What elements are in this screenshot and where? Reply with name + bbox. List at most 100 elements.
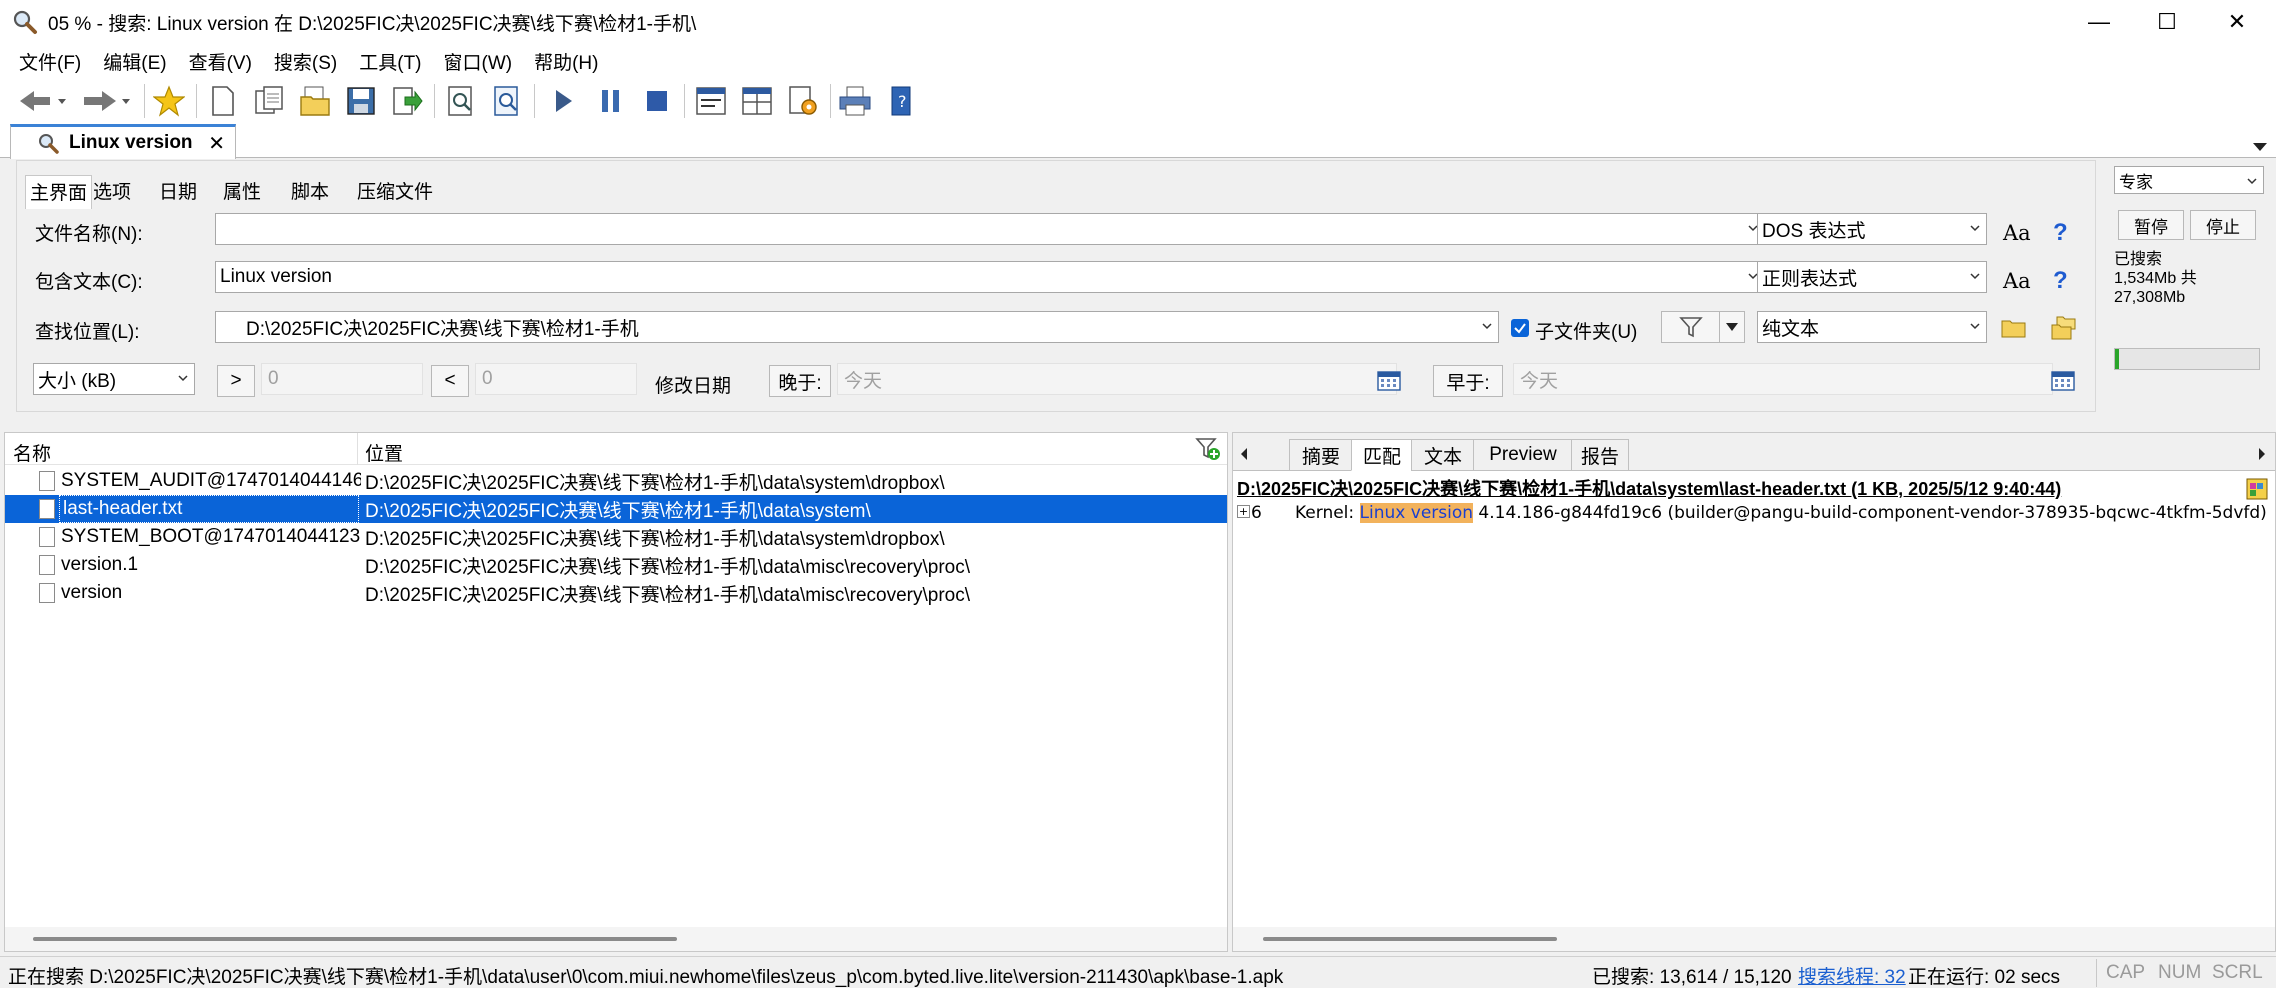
tab-main[interactable]: 主界面 xyxy=(25,175,93,209)
svg-text:?: ? xyxy=(898,92,907,111)
mode-select[interactable]: 专家 xyxy=(2114,166,2264,194)
new-search-icon[interactable] xyxy=(204,82,242,120)
minimize-button[interactable]: — xyxy=(2066,0,2132,44)
search-criteria-panel: 主界面 选项 日期 属性 脚本 压缩文件 文件名称(N): DOS 表达式 Aa… xyxy=(16,160,2096,412)
chevron-down-icon xyxy=(1970,273,1980,280)
forward-button[interactable] xyxy=(78,82,134,120)
tab-date[interactable]: 日期 xyxy=(159,177,197,204)
title-bar: 05 % - 搜索: Linux version 在 D:\2025FIC决\2… xyxy=(0,0,2276,44)
calendar-icon[interactable] xyxy=(2051,369,2075,397)
subfolder-label: 子文件夹(U) xyxy=(1535,322,1638,343)
column-header-location[interactable]: 位置 xyxy=(365,439,403,466)
status-threads-link[interactable]: 搜索线程: 32 xyxy=(1798,962,1906,988)
menu-search[interactable]: 搜索(S) xyxy=(263,48,348,75)
doc-tab-close-icon[interactable]: ✕ xyxy=(208,131,225,156)
save-icon[interactable] xyxy=(342,82,380,120)
browse-folder-icon[interactable] xyxy=(2001,317,2027,345)
table-row[interactable]: SYSTEM_BOOT@1747014044123.txt D:\2025FIC… xyxy=(5,523,1227,551)
location-input[interactable]: D:\2025FIC决\2025FIC决赛\线下赛\检材1-手机 xyxy=(215,311,1499,343)
wrap-results-icon[interactable] xyxy=(692,82,730,120)
maximize-button[interactable]: ☐ xyxy=(2134,0,2200,44)
encoding-select[interactable]: 纯文本 xyxy=(1757,311,1987,343)
file-name-mode-select[interactable]: DOS 表达式 xyxy=(1757,213,1987,245)
browse-multiple-folders-icon[interactable] xyxy=(2051,315,2077,347)
less-than-button[interactable]: < xyxy=(431,365,469,397)
search-icon xyxy=(37,132,59,154)
match-case-icon[interactable]: Aa xyxy=(2003,221,2031,245)
menu-edit[interactable]: 编辑(E) xyxy=(92,48,177,75)
tabs-scroll-left-icon[interactable] xyxy=(1239,445,1249,467)
stop-button[interactable]: 停止 xyxy=(2190,210,2256,240)
pause-button[interactable]: 暂停 xyxy=(2118,210,2184,240)
tabs-scroll-right-icon[interactable] xyxy=(2257,445,2267,467)
column-filter-icon[interactable] xyxy=(1195,437,1221,467)
tab-script[interactable]: 脚本 xyxy=(291,177,329,204)
after-date-button[interactable]: 晚于: xyxy=(769,365,831,397)
file-icon xyxy=(39,555,55,575)
doc-tab-label: Linux version xyxy=(69,132,193,153)
help-icon[interactable]: ? xyxy=(2053,219,2068,247)
table-row[interactable]: last-header.txt D:\2025FIC决\2025FIC决赛\线下… xyxy=(5,495,1227,523)
preview-tab-matches[interactable]: 匹配 xyxy=(1351,439,1413,471)
contains-text-input[interactable]: Linux version xyxy=(215,261,1765,293)
menu-help[interactable]: 帮助(H) xyxy=(523,48,609,75)
results-horizontal-scrollbar[interactable] xyxy=(5,927,1227,951)
after-date-input[interactable]: 今天 xyxy=(837,363,1397,395)
tab-attributes[interactable]: 属性 xyxy=(223,177,261,204)
print-icon[interactable] xyxy=(836,82,874,120)
search-in-page-icon[interactable] xyxy=(488,82,526,120)
min-size-input[interactable]: 0 xyxy=(261,363,423,395)
settings-gear-icon[interactable] xyxy=(784,82,822,120)
menu-tools[interactable]: 工具(T) xyxy=(348,48,432,75)
preview-tab-preview[interactable]: Preview xyxy=(1473,439,1573,471)
match-case-icon[interactable]: Aa xyxy=(2003,269,2031,293)
before-date-button[interactable]: 早于: xyxy=(1433,365,1503,397)
preview-horizontal-scrollbar[interactable] xyxy=(1233,927,2275,951)
back-button[interactable] xyxy=(14,82,70,120)
close-button[interactable]: ✕ xyxy=(2204,0,2270,44)
before-date-input[interactable]: 今天 xyxy=(1513,363,2053,395)
greater-than-button[interactable]: > xyxy=(217,365,255,397)
help-book-icon[interactable]: ? xyxy=(882,82,920,120)
file-name-input[interactable] xyxy=(215,213,1765,245)
tab-list-chevron-down-icon[interactable] xyxy=(2252,136,2268,158)
favorites-star-icon[interactable] xyxy=(150,82,188,120)
filter-dropdown-chevron-down-icon[interactable] xyxy=(1719,311,1745,343)
scrollbar-thumb[interactable] xyxy=(33,937,677,941)
tab-archives[interactable]: 压缩文件 xyxy=(357,177,433,204)
menu-view[interactable]: 查看(V) xyxy=(178,48,263,75)
results-list: 名称 位置 SYSTEM_AUDIT@1747014044146.txt D:\… xyxy=(4,432,1228,952)
open-folder-icon[interactable] xyxy=(296,82,334,120)
expand-icon[interactable]: + xyxy=(1237,505,1250,518)
tab-options[interactable]: 选项 xyxy=(93,177,131,204)
doc-tab-linux-version[interactable]: Linux version ✕ xyxy=(10,124,236,159)
copy-search-icon[interactable] xyxy=(250,82,288,120)
preview-tab-report[interactable]: 报告 xyxy=(1571,439,1629,471)
column-header-name[interactable]: 名称 xyxy=(13,439,51,466)
menu-window[interactable]: 窗口(W) xyxy=(433,48,524,75)
table-row[interactable]: version.1 D:\2025FIC决\2025FIC决赛\线下赛\检材1-… xyxy=(5,551,1227,579)
size-unit-select[interactable]: 大小 (kB) xyxy=(33,363,195,395)
calendar-icon[interactable] xyxy=(1377,369,1401,397)
pause-search-icon[interactable] xyxy=(592,82,630,120)
stop-search-icon[interactable] xyxy=(638,82,676,120)
preview-tab-summary[interactable]: 摘要 xyxy=(1289,439,1353,471)
menu-file[interactable]: 文件(F) xyxy=(8,48,92,75)
preview-file-header[interactable]: D:\2025FIC决\2025FIC决赛\线下赛\检材1-手机\data\sy… xyxy=(1237,475,2061,501)
subfolder-checkbox[interactable] xyxy=(1511,319,1529,337)
preview-page-icon[interactable] xyxy=(442,82,480,120)
preview-tab-text[interactable]: 文本 xyxy=(1411,439,1475,471)
start-search-icon[interactable] xyxy=(544,82,582,120)
layout-icon[interactable] xyxy=(738,82,776,120)
table-row[interactable]: version D:\2025FIC决\2025FIC决赛\线下赛\检材1-手机… xyxy=(5,579,1227,607)
contains-mode-select[interactable]: 正则表达式 xyxy=(1757,261,1987,293)
export-icon[interactable] xyxy=(388,82,426,120)
status-scrl: SCRL xyxy=(2212,962,2263,983)
filter-funnel-icon[interactable] xyxy=(1661,311,1721,343)
match-line-text: Kernel: Linux version 4.14.186-g844fd19c… xyxy=(1295,503,2273,523)
modified-date-label: 修改日期 xyxy=(655,376,732,397)
help-icon[interactable]: ? xyxy=(2053,267,2068,295)
table-row[interactable]: SYSTEM_AUDIT@1747014044146.txt D:\2025FI… xyxy=(5,467,1227,495)
scrollbar-thumb[interactable] xyxy=(1263,937,1557,941)
max-size-input[interactable]: 0 xyxy=(475,363,637,395)
